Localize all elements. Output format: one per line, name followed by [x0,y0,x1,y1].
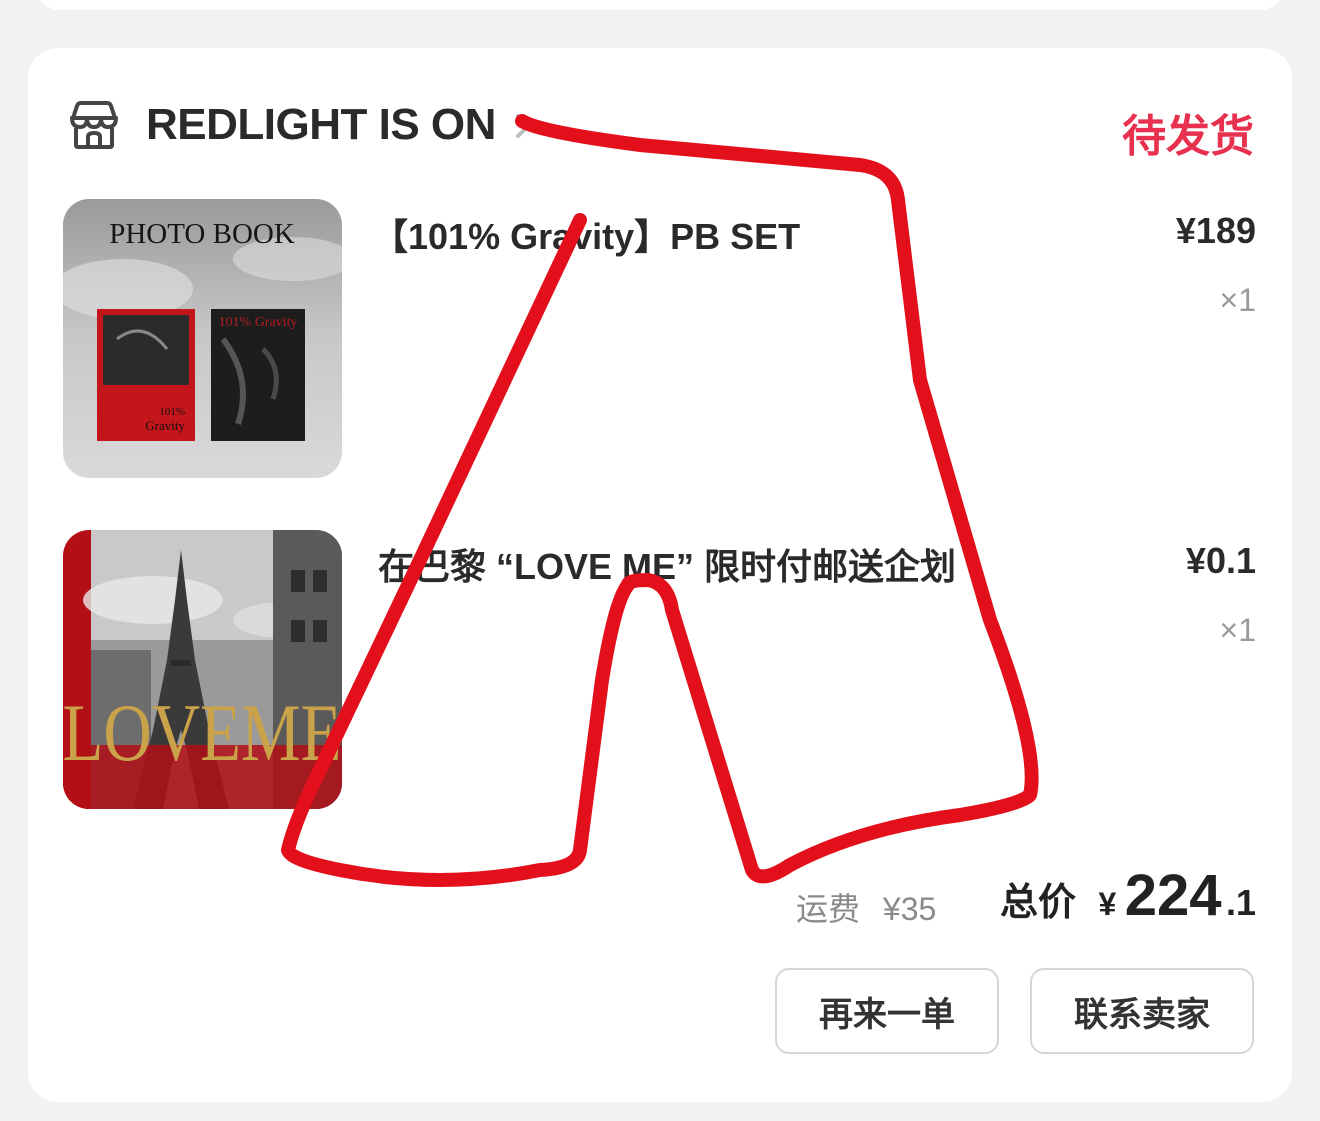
contact-seller-button[interactable]: 联系卖家 [1030,968,1254,1054]
total-label: 总价 [1000,882,1077,924]
item-price: ¥0.1 [1185,540,1256,581]
item-price: ¥189 [1175,210,1256,251]
store-name-link[interactable]: REDLIGHT IS ON [146,100,496,150]
shipping-label: 运费 [796,891,861,927]
shipping-value: ¥35 [882,891,937,927]
thumb-photobook-label: PHOTO BOOK [109,218,295,250]
order-total: 总价 ¥ 224 .1 [1000,862,1256,929]
total-integer: 224 [1124,863,1222,928]
thumb-loveme-label: LOVEME [63,687,342,778]
product-thumbnail-love-me[interactable]: LOVEME [63,530,342,809]
item-quantity: ×1 [1219,282,1256,318]
total-decimal: .1 [1225,882,1256,923]
item-title[interactable]: 【101% Gravity】PB SET [372,208,800,260]
previous-order-card [36,0,1284,10]
store-icon [70,101,118,149]
order-status: 待发货 [1122,112,1254,161]
thumb-cover-label: 101% Gravity [219,315,298,330]
product-thumbnail-pb-set[interactable]: PHOTO BOOK 101% Gravity 101% Gravity [63,199,342,478]
total-currency: ¥ [1098,886,1117,922]
item-title[interactable]: 在巴黎 “LOVE ME” 限时付邮送企划 [378,538,956,590]
item-quantity: ×1 [1219,612,1256,648]
reorder-button[interactable]: 再来一单 [775,968,999,1054]
svg-text:Gravity: Gravity [145,418,185,433]
svg-text:101%: 101% [159,406,185,418]
shipping-fee: 运费 ¥35 [796,884,936,930]
chevron-right-icon[interactable] [512,112,534,140]
